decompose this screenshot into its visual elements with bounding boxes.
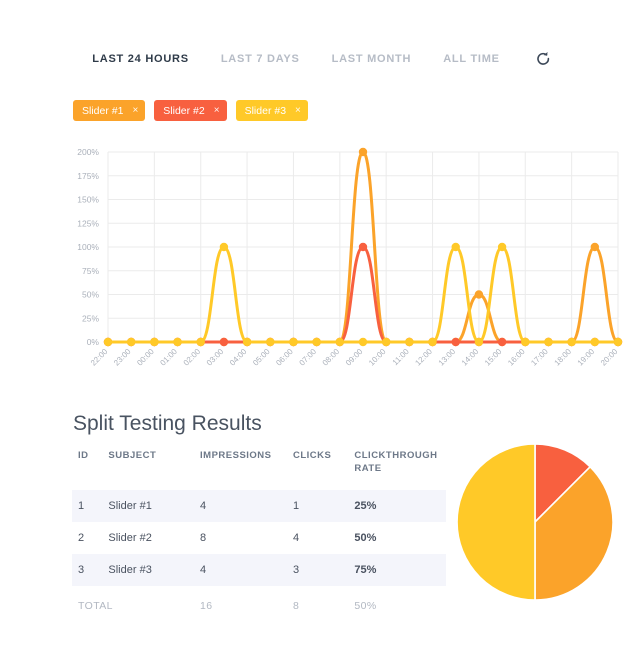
cell-id: 3 [78,563,85,576]
svg-text:01:00: 01:00 [158,347,179,368]
svg-text:14:00: 14:00 [460,347,481,368]
svg-text:20:00: 20:00 [599,347,620,368]
legend-chip-label: Slider #2 [163,104,205,117]
cell-subject: Slider #2 [108,531,152,544]
svg-text:13:00: 13:00 [437,347,458,368]
cell-impressions: 8 [200,531,207,544]
svg-text:150%: 150% [77,195,99,205]
line-chart-svg: 0% 25% 50% 75% 100% 125% 150% 175% 200% 22:00 23:0… [77,147,623,368]
svg-text:06:00: 06:00 [274,347,295,368]
cell-clicks: 4 [292,531,300,544]
cell-ctr: 75% [354,563,377,576]
tab-last-month[interactable]: LAST MONTH [332,53,412,65]
svg-text:07:00: 07:00 [298,347,319,368]
series-legend-chips: Slider #1 × Slider #2 × Slider #3 × [73,100,308,121]
svg-text:12:00: 12:00 [413,347,434,368]
cell-id: 2 [78,531,85,544]
legend-chip-slider-1[interactable]: Slider #1 × [73,100,146,121]
legend-chip-label: Slider #3 [244,104,287,117]
cell-impressions: 4 [200,563,207,576]
svg-text:22:00: 22:00 [89,347,110,368]
svg-text:23:00: 23:00 [112,347,133,368]
column-header-id: ID [78,450,89,461]
svg-text:50%: 50% [82,290,99,300]
page-title: Split Testing Results [73,412,262,435]
table-row[interactable]: 1 Slider #1 4 1 25% [72,489,446,522]
cell-id: 1 [78,499,85,512]
svg-text:175%: 175% [77,171,99,181]
svg-text:05:00: 05:00 [251,347,272,368]
cell-ctr: 50% [354,531,377,544]
cell-clicks: 1 [292,499,300,512]
close-icon[interactable]: × [132,105,138,116]
svg-text:25%: 25% [82,313,99,323]
pie-slice[interactable] [456,443,536,601]
svg-text:04:00: 04:00 [228,347,249,368]
svg-text:15:00: 15:00 [483,347,504,368]
close-icon[interactable]: × [214,105,220,116]
cell-ctr: 25% [354,499,377,512]
svg-text:200%: 200% [77,147,99,157]
svg-text:18:00: 18:00 [553,347,574,368]
table-header-row: ID SUBJECT IMPRESSIONS CLICKS CLICKTHROU… [72,450,446,490]
cell-subject: Slider #3 [108,563,152,576]
svg-text:17:00: 17:00 [529,347,550,368]
svg-text:11:00: 11:00 [391,347,411,367]
tab-last-24-hours[interactable]: LAST 24 HOURS [92,53,189,65]
total-clicks: 8 [292,599,300,612]
column-header-impressions: IMPRESSIONS [200,450,272,461]
cell-subject: Slider #1 [108,499,152,512]
table-row[interactable]: 3 Slider #3 4 3 75% [72,553,446,586]
traffic-line-chart: 0% 25% 50% 75% 100% 125% 150% 175% 200% 22:00 23:0… [0,136,630,386]
svg-text:08:00: 08:00 [321,347,342,368]
total-label: TOTAL [78,599,113,612]
close-icon[interactable]: × [295,105,301,116]
svg-text:09:00: 09:00 [344,347,365,368]
legend-chip-slider-3[interactable]: Slider #3 × [235,100,308,121]
svg-text:100%: 100% [77,242,99,252]
clicks-pie-chart [455,442,615,602]
tab-last-7-days[interactable]: LAST 7 DAYS [221,53,300,65]
table-total-row: TOTAL 16 8 50% [72,586,446,622]
pie-chart-svg [456,443,614,601]
total-ctr: 50% [354,599,377,612]
column-header-ctr: CLICKTHROUGH RATE [354,450,438,474]
table-row[interactable]: 2 Slider #2 8 4 50% [72,521,446,554]
svg-text:10:00: 10:00 [367,347,388,368]
results-table: ID SUBJECT IMPRESSIONS CLICKS CLICKTHROU… [72,450,446,622]
legend-chip-label: Slider #1 [82,104,124,117]
svg-text:19:00: 19:00 [576,347,597,368]
svg-text:03:00: 03:00 [205,347,226,368]
refresh-icon[interactable] [534,49,554,69]
svg-text:00:00: 00:00 [135,347,156,368]
column-header-clicks: CLICKS [292,450,332,461]
time-range-tabs: LAST 24 HOURS LAST 7 DAYS LAST MONTH ALL… [0,44,630,74]
svg-text:75%: 75% [82,266,99,276]
svg-text:02:00: 02:00 [182,347,203,368]
column-header-subject: SUBJECT [108,450,157,461]
cell-impressions: 4 [200,499,207,512]
tab-all-time[interactable]: ALL TIME [443,53,500,65]
svg-text:125%: 125% [77,218,99,228]
total-impressions: 16 [200,599,213,612]
cell-clicks: 3 [292,563,300,576]
svg-text:16:00: 16:00 [506,347,527,368]
legend-chip-slider-2[interactable]: Slider #2 × [154,100,227,121]
svg-text:0%: 0% [87,337,100,347]
